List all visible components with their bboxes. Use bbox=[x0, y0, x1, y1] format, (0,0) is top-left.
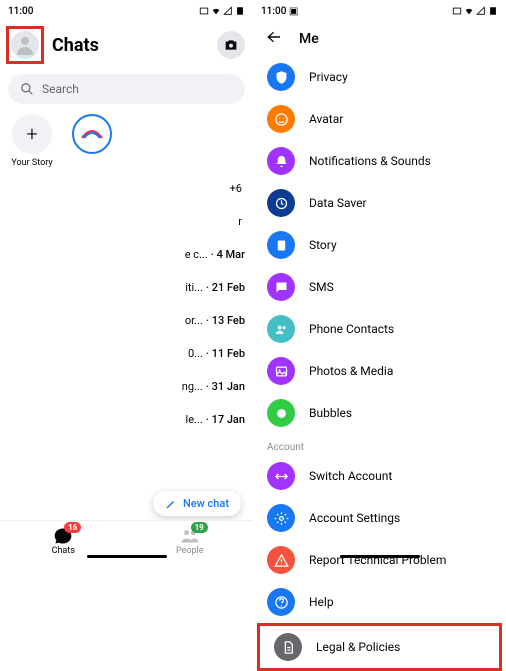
search-placeholder: Search bbox=[42, 82, 79, 96]
page-title: Chats bbox=[52, 35, 209, 56]
status-bar: 11:00 ▣ bbox=[253, 0, 506, 22]
chat-row[interactable]: iti...· 21 Feb bbox=[8, 271, 245, 304]
search-input[interactable]: Search bbox=[8, 74, 245, 104]
me-title: Me bbox=[299, 31, 319, 47]
home-indicator bbox=[340, 555, 420, 558]
document-icon bbox=[274, 633, 302, 661]
setting-photos-media[interactable]: Photos & Media bbox=[253, 350, 506, 392]
contacts-icon bbox=[267, 315, 295, 343]
face-icon bbox=[267, 105, 295, 133]
nav-people-label: People bbox=[176, 546, 204, 556]
your-story[interactable]: + Your Story bbox=[8, 114, 56, 168]
account-section-header: Account bbox=[253, 434, 506, 455]
setting-notifications[interactable]: Notifications & Sounds bbox=[253, 140, 506, 182]
setting-avatar[interactable]: Avatar bbox=[253, 98, 506, 140]
settings-list: Privacy Avatar Notifications & Sounds Da… bbox=[253, 56, 506, 671]
legal-highlight: Legal & Policies bbox=[257, 623, 502, 671]
search-icon bbox=[20, 82, 34, 96]
shield-icon bbox=[267, 63, 295, 91]
arrow-left-icon bbox=[265, 28, 283, 46]
setting-account-settings[interactable]: Account Settings bbox=[253, 497, 506, 539]
setting-phone-contacts[interactable]: Phone Contacts bbox=[253, 308, 506, 350]
data-saver-icon bbox=[267, 189, 295, 217]
status-time: 11:00 bbox=[8, 6, 33, 17]
setting-bubbles[interactable]: Bubbles bbox=[253, 392, 506, 434]
chat-icon bbox=[267, 273, 295, 301]
signal-icon bbox=[223, 6, 233, 16]
profile-avatar[interactable] bbox=[11, 31, 39, 59]
people-badge: 19 bbox=[191, 522, 208, 533]
cast-icon bbox=[199, 6, 209, 16]
home-indicator bbox=[87, 555, 167, 558]
chat-row[interactable]: e c...· 4 Mar bbox=[8, 238, 245, 271]
status-icons bbox=[199, 6, 245, 16]
battery-icon bbox=[235, 6, 245, 16]
pencil-icon bbox=[165, 498, 177, 510]
wifi-icon bbox=[464, 6, 474, 16]
switch-icon bbox=[267, 462, 295, 490]
photo-icon bbox=[267, 357, 295, 385]
story-icon bbox=[267, 231, 295, 259]
signal-icon bbox=[476, 6, 486, 16]
new-chat-button[interactable]: New chat bbox=[153, 491, 241, 516]
person-icon bbox=[13, 33, 37, 57]
me-header: Me bbox=[253, 22, 506, 56]
gear-icon bbox=[267, 504, 295, 532]
chat-row[interactable]: +6 bbox=[8, 172, 245, 205]
story-item[interactable] bbox=[68, 114, 116, 154]
new-chat-label: New chat bbox=[183, 497, 229, 510]
wifi-icon bbox=[211, 6, 221, 16]
status-time: 11:00 ▣ bbox=[261, 6, 298, 17]
setting-report-problem[interactable]: Report Technical Problem bbox=[253, 539, 506, 581]
camera-icon bbox=[223, 37, 239, 53]
story-ring-icon bbox=[72, 114, 112, 154]
chat-row[interactable]: 0...· 11 Feb bbox=[8, 337, 245, 370]
chat-icon: 16 bbox=[53, 526, 73, 546]
setting-story[interactable]: Story bbox=[253, 224, 506, 266]
bell-icon bbox=[267, 147, 295, 175]
chats-badge: 16 bbox=[64, 522, 81, 533]
me-settings-screen: 11:00 ▣ Me Privacy Avatar Notifications … bbox=[253, 0, 506, 560]
setting-privacy[interactable]: Privacy bbox=[253, 56, 506, 98]
chat-row[interactable]: ng...· 31 Jan bbox=[8, 370, 245, 403]
help-icon bbox=[267, 588, 295, 616]
chat-row[interactable]: r bbox=[8, 205, 245, 238]
story-row: + Your Story bbox=[0, 110, 253, 172]
bottom-nav: 16 Chats 19 People bbox=[0, 520, 253, 560]
header: Chats bbox=[0, 22, 253, 68]
status-icons bbox=[452, 6, 498, 16]
setting-sms[interactable]: SMS bbox=[253, 266, 506, 308]
setting-help[interactable]: Help bbox=[253, 581, 506, 623]
people-icon: 19 bbox=[180, 526, 200, 546]
add-story-icon: + bbox=[12, 114, 52, 154]
chat-row[interactable]: le...· 17 Jan bbox=[8, 403, 245, 436]
setting-switch-account[interactable]: Switch Account bbox=[253, 455, 506, 497]
chats-screen: 11:00 Chats Search + Your Story bbox=[0, 0, 253, 560]
your-story-label: Your Story bbox=[11, 158, 52, 168]
setting-data-saver[interactable]: Data Saver bbox=[253, 182, 506, 224]
status-bar: 11:00 bbox=[0, 0, 253, 22]
chat-list: +6 r e c...· 4 Mar iti...· 21 Feb or...·… bbox=[0, 172, 253, 436]
bubble-icon bbox=[267, 399, 295, 427]
warning-icon bbox=[267, 546, 295, 574]
camera-button[interactable] bbox=[217, 31, 245, 59]
setting-legal-policies[interactable]: Legal & Policies bbox=[260, 626, 499, 668]
cast-icon bbox=[452, 6, 462, 16]
battery-icon bbox=[488, 6, 498, 16]
chat-row[interactable]: or...· 13 Feb bbox=[8, 304, 245, 337]
nav-chats-label: Chats bbox=[52, 546, 75, 556]
back-button[interactable] bbox=[265, 28, 283, 50]
profile-highlight bbox=[6, 26, 44, 64]
